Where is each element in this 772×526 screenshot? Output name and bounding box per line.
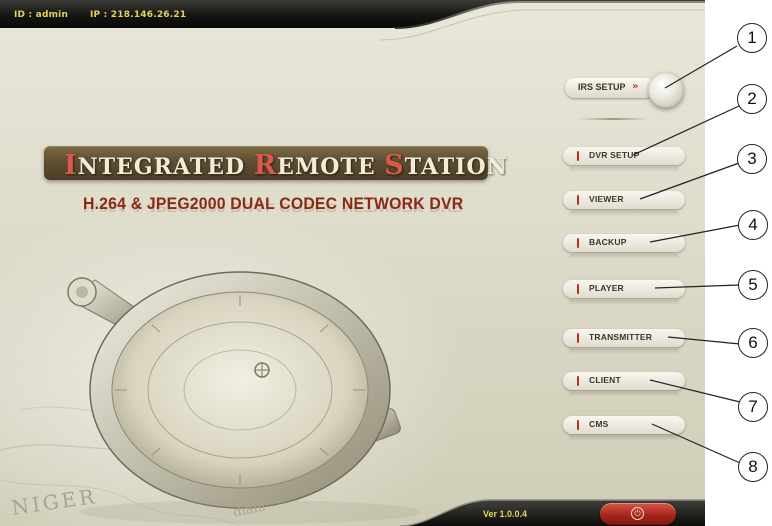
button-reflection [569, 392, 679, 397]
button-reflection [569, 211, 679, 216]
red-indicator-icon [577, 195, 579, 205]
client-label: CLIENT [589, 375, 621, 385]
backup-button[interactable]: BACKUP [563, 234, 685, 259]
version-label: Ver 1.0.0.4 [483, 509, 528, 519]
red-indicator-icon [577, 420, 579, 430]
power-icon: ⏻ [631, 507, 644, 520]
app-title: INTEGRATED REMOTE STATION [64, 150, 508, 181]
title-word-integrated: NTEGRATED [77, 154, 246, 180]
compass-illustration [0, 271, 420, 526]
cms-button[interactable]: CMS [563, 416, 685, 441]
client-button[interactable]: CLIENT [563, 372, 685, 397]
button-reflection [569, 436, 679, 441]
viewer-label: VIEWER [589, 194, 624, 204]
cms-label: CMS [589, 419, 609, 429]
callout-8: 8 [738, 452, 768, 482]
red-indicator-icon [577, 284, 579, 294]
button-reflection [569, 300, 679, 305]
callout-2: 2 [737, 84, 767, 114]
top-status-bar: ID : admin IP : 218.146.26.21 [0, 0, 705, 48]
dvr-setup-button[interactable]: DVR SETUP [563, 147, 685, 172]
double-arrow-icon: » [632, 81, 639, 92]
menu-divider [578, 118, 648, 120]
title-word-remote: EMOTE [277, 154, 376, 180]
irs-setup-button[interactable]: IRS SETUP » [565, 78, 655, 98]
bottom-status-bar: Ver 1.0.0.4 ⏻ [0, 496, 705, 526]
button-reflection [569, 349, 679, 354]
dvr-setup-label: DVR SETUP [589, 150, 640, 160]
viewer-button[interactable]: VIEWER [563, 191, 685, 216]
irs-setup-knob[interactable] [648, 72, 684, 108]
title-initial-i: I [64, 150, 78, 181]
title-initial-r: R [253, 150, 278, 181]
callout-3: 3 [737, 144, 767, 174]
backup-label: BACKUP [589, 237, 627, 247]
red-indicator-icon [577, 151, 579, 161]
callout-4: 4 [738, 210, 768, 240]
player-button[interactable]: PLAYER [563, 280, 685, 305]
user-id-label: ID : admin [14, 10, 69, 20]
callout-5: 5 [738, 270, 768, 300]
power-button[interactable]: ⏻ [600, 503, 676, 525]
title-word-station: TATION [404, 154, 508, 180]
callout-7: 7 [738, 392, 768, 422]
red-indicator-icon [577, 376, 579, 386]
ip-address-label: IP : 218.146.26.21 [90, 10, 187, 20]
button-reflection [569, 167, 679, 172]
product-subtitle-reflection: H.264 & JPEG2000 DUAL CODEC NETWORK DVR [83, 200, 464, 214]
callout-6: 6 [738, 328, 768, 358]
title-initial-s: S [384, 150, 405, 181]
red-indicator-icon [577, 238, 579, 248]
transmitter-label: TRANSMITTER [589, 332, 653, 342]
title-banner: INTEGRATED REMOTE STATION [44, 146, 507, 181]
player-label: PLAYER [589, 283, 624, 293]
red-indicator-icon [577, 333, 579, 343]
callout-1: 1 [737, 23, 767, 53]
irs-main-window: NIGER diam ID : admin IP : 218.146.26.21 [0, 0, 705, 526]
irs-setup-label: IRS SETUP [578, 82, 626, 92]
button-reflection [569, 254, 679, 259]
transmitter-button[interactable]: TRANSMITTER [563, 329, 685, 354]
